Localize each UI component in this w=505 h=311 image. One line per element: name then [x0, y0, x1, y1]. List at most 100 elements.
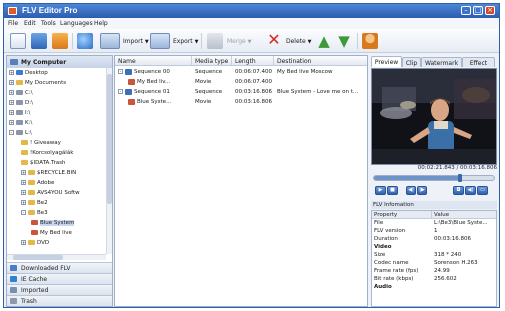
expand-icon[interactable]: +	[21, 190, 26, 195]
expand-icon[interactable]: +	[9, 100, 14, 105]
cell-destination: My Bed live Moscow	[277, 69, 333, 75]
section-trash[interactable]: Trash	[7, 295, 112, 306]
title-bar[interactable]: FLV Editor Pro – □ ×	[4, 4, 499, 18]
open-folder-icon[interactable]	[31, 33, 47, 49]
section-downloaded-flv[interactable]: Downloaded FLV	[7, 262, 112, 273]
tab-effect[interactable]: Effect	[462, 57, 495, 67]
tree-item[interactable]: - Be3	[21, 209, 48, 217]
expand-icon[interactable]: +	[9, 90, 14, 95]
delete-icon[interactable]: ✕	[266, 32, 282, 49]
app-icon	[8, 7, 17, 15]
export-icon[interactable]	[150, 33, 170, 49]
tab-watermark[interactable]: Watermark	[421, 57, 462, 67]
panel-header[interactable]: My Computer	[7, 56, 112, 68]
menu-languages[interactable]: Languages	[60, 20, 93, 27]
prop-value: L:\Be3\Blue Syste...	[434, 220, 488, 226]
horizontal-scrollbar[interactable]	[7, 254, 106, 260]
seek-handle[interactable]	[458, 174, 462, 182]
folder-icon	[28, 190, 35, 195]
folder-icon	[16, 110, 23, 115]
application-window: FLV Editor Pro – □ × File Edit Tools Lan…	[3, 3, 500, 308]
step-back-icon[interactable]: ◀|	[406, 186, 416, 195]
expand-icon[interactable]: +	[9, 80, 14, 85]
cell-name-label: Blue Syste...	[137, 99, 172, 105]
collapse-icon[interactable]: -	[9, 130, 14, 135]
tree-item[interactable]: + Be2	[21, 199, 48, 207]
tree-item[interactable]: + My Documents	[9, 79, 66, 87]
expand-icon[interactable]: +	[9, 120, 14, 125]
tree-item[interactable]: + K:\	[9, 119, 32, 127]
section-ie-cache[interactable]: IE Cache	[7, 273, 112, 284]
section-label: Trash	[21, 298, 37, 305]
move-up-icon[interactable]: ▲	[316, 33, 332, 49]
tree-item[interactable]: + Desktop	[9, 69, 48, 77]
move-down-icon[interactable]: ▼	[336, 33, 352, 49]
vertical-scrollbar[interactable]	[106, 68, 112, 254]
prop-header-value[interactable]: Value	[432, 211, 496, 219]
prop-value	[432, 284, 496, 291]
video-preview[interactable]	[371, 68, 497, 165]
tree-item[interactable]: + DVD	[21, 239, 49, 247]
volume-icon[interactable]: ◀)	[465, 186, 476, 195]
tree-item[interactable]: + $RECYCLE.BIN	[21, 169, 76, 177]
menu-edit[interactable]: Edit	[24, 20, 36, 27]
cell-name: My Bed liv...	[115, 78, 192, 87]
import-button[interactable]: Import ▼	[123, 38, 149, 45]
new-file-icon[interactable]	[10, 33, 26, 49]
column-header-media-type[interactable]: Media type	[192, 56, 232, 66]
tree-item[interactable]: + D:\	[9, 99, 33, 107]
expand-icon[interactable]: +	[21, 240, 26, 245]
snapshot-icon[interactable]: ◘	[453, 186, 464, 195]
delete-button[interactable]: Delete ▼	[286, 38, 312, 45]
tree-item[interactable]: + AVS4YOU Softw	[21, 189, 80, 197]
section-imported[interactable]: Imported	[7, 284, 112, 295]
globe-icon[interactable]	[77, 33, 93, 49]
tree-item-label: I:\	[25, 110, 31, 116]
minimize-button[interactable]: –	[461, 6, 471, 15]
tree-item[interactable]: ! Giveaway	[21, 139, 61, 147]
maximize-button[interactable]: □	[473, 6, 483, 15]
seek-progress	[374, 176, 460, 180]
expand-icon[interactable]: +	[9, 70, 14, 75]
folder-panel: My Computer + Desktop + My Documents + C:\ + D:…	[6, 55, 113, 307]
tree-item[interactable]: + I:\	[9, 109, 30, 117]
expand-icon[interactable]: +	[21, 170, 26, 175]
column-header-destination[interactable]: Destination	[274, 56, 367, 66]
section-label: Downloaded FLV	[21, 265, 71, 272]
prop-header-property[interactable]: Property	[372, 211, 432, 219]
step-forward-icon[interactable]: |▶	[417, 186, 427, 195]
menu-file[interactable]: File	[8, 20, 18, 27]
menu-tools[interactable]: Tools	[41, 20, 56, 27]
collapse-icon[interactable]: -	[118, 89, 123, 94]
stop-icon[interactable]: ■	[387, 186, 398, 195]
expand-icon[interactable]: +	[21, 200, 26, 205]
user-help-icon[interactable]	[362, 33, 378, 49]
scrollbar-thumb[interactable]	[13, 255, 63, 260]
collapse-icon[interactable]: -	[21, 210, 26, 215]
save-icon[interactable]	[52, 33, 68, 49]
tree-item[interactable]: + C:\	[9, 89, 33, 97]
tree-item[interactable]: $IDATA.Trash	[21, 159, 65, 167]
tab-clip[interactable]: Clip	[402, 57, 421, 67]
column-header-name[interactable]: Name	[115, 56, 192, 66]
menu-help[interactable]: Help	[94, 20, 108, 27]
seek-bar[interactable]	[373, 174, 495, 182]
tree-item[interactable]: Blue System	[31, 219, 75, 227]
expand-icon[interactable]: +	[9, 110, 14, 115]
tree-item[interactable]: - L:\	[9, 129, 32, 137]
collapse-icon[interactable]: -	[118, 69, 123, 74]
tree-item[interactable]: !Korcsolyagálák	[21, 149, 73, 157]
fullscreen-icon[interactable]: ▭	[477, 186, 488, 195]
close-button[interactable]: ×	[485, 6, 495, 15]
tree-item[interactable]: My Bed live	[31, 229, 72, 237]
expand-icon[interactable]: +	[21, 180, 26, 185]
prop-value: 318 * 240	[434, 252, 462, 258]
import-icon[interactable]	[100, 33, 120, 49]
scrollbar-thumb[interactable]	[107, 74, 112, 204]
tab-preview[interactable]: Preview	[371, 56, 402, 67]
play-icon[interactable]: ▶	[375, 186, 386, 195]
tree-item[interactable]: + Adobe	[21, 179, 54, 187]
export-button[interactable]: Export ▼	[173, 38, 198, 45]
column-header-length[interactable]: Length	[232, 56, 274, 66]
sequence-icon	[125, 88, 132, 95]
